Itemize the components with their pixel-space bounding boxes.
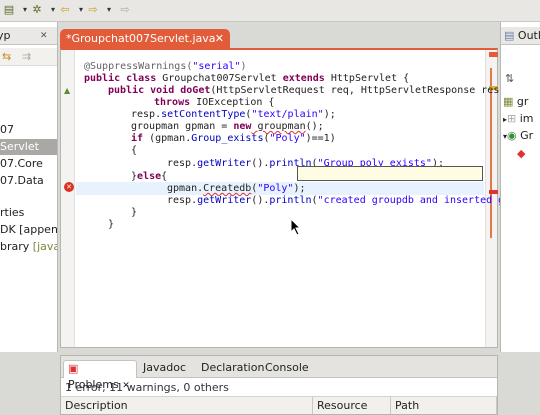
code-line: } [131, 207, 138, 218]
override-icon[interactable]: ▲ [64, 86, 72, 95]
disabled-forward-icon: ⇨ [120, 3, 130, 16]
back-icon[interactable]: ⇦ [58, 3, 72, 17]
package-explorer: yp ✕ ⇆ ⇉ 07 Servlet 07.Core 07.Data rtie… [0, 22, 58, 352]
code-line: }else{ [131, 171, 168, 182]
code-line: resp.getWriter().println("created groupd… [167, 195, 511, 206]
imports-icon: ⊞ [507, 112, 517, 125]
tree-item[interactable]: 07 [0, 122, 14, 138]
tree-item[interactable]: 07.Data [0, 173, 44, 189]
package-explorer-tab[interactable]: yp ✕ [0, 27, 57, 45]
package-explorer-toolbar: ⇆ ⇉ [0, 48, 57, 66]
outline-item[interactable]: ▸⊞ im [503, 111, 534, 127]
tree-item[interactable]: 07.Core [0, 156, 43, 172]
link-editor-icon[interactable]: ⇉ [22, 50, 31, 63]
tree-item-selected[interactable]: Servlet [0, 139, 57, 155]
error-icon[interactable]: ✕ [64, 182, 74, 192]
tree-item[interactable]: brary [java- [0, 239, 57, 255]
close-icon[interactable]: ✕ [215, 29, 224, 48]
tab-problems[interactable]: ▣ Problems ✕ [63, 360, 137, 391]
outline-icon: ▤ [504, 29, 515, 42]
problems-panel: ▣ Problems ✕ Javadoc Declaration Console… [60, 355, 498, 415]
code-editor[interactable]: ▲ ✕ @SuppressWarnings("serial") public c… [60, 48, 510, 348]
outline-panel: ▤ Outl ⇅ ▦ gr ▸⊞ im ▾◉ Gr ◆ [500, 22, 540, 352]
method-icon: ◆ [517, 147, 526, 160]
collapse-all-icon[interactable]: ⇆ [2, 50, 11, 63]
bottom-tabbar: ▣ Problems ✕ Javadoc Declaration Console [61, 356, 497, 391]
debug-icon[interactable]: ✲ [30, 3, 44, 17]
outline-item[interactable]: ▾◉ Gr [503, 128, 533, 144]
forward-icon[interactable]: ⇨ [86, 3, 100, 17]
package-icon: ▦ [503, 95, 514, 108]
class-icon: ◉ [507, 129, 517, 142]
tree-item[interactable]: DK [appengi [0, 222, 57, 238]
mouse-cursor-icon [290, 218, 302, 236]
code-line: } [108, 219, 115, 230]
column-description[interactable]: Description [61, 396, 313, 414]
tree-item[interactable]: rties [0, 205, 24, 221]
editor-tabbar: *Groupchat007Servlet.java ✕ [60, 26, 498, 49]
problems-icon: ▣ [68, 362, 79, 375]
column-resource[interactable]: Resource [313, 396, 391, 414]
outline-tab[interactable]: ▤ Outl [501, 27, 540, 45]
column-path[interactable]: Path [391, 396, 497, 414]
editor-tab[interactable]: *Groupchat007Servlet.java ✕ [60, 29, 230, 49]
main-toolbar: ▤ ▾ ✲ ▾ ⇦ ▾ ⇨ ▾ ⇨ [0, 0, 540, 22]
run-icon[interactable]: ▤ [2, 3, 16, 17]
tab-console[interactable]: Console [261, 360, 313, 378]
sort-icon[interactable]: ⇅ [505, 72, 514, 85]
error-summary-icon[interactable] [489, 52, 498, 57]
quick-fix-popup[interactable] [297, 166, 483, 181]
outline-item[interactable]: ▦ gr [503, 94, 528, 110]
code-line: { [131, 145, 138, 156]
tab-declaration[interactable]: Declaration [197, 360, 268, 378]
outline-item[interactable]: ◆ [517, 146, 525, 162]
package-explorer-tab-label: yp [0, 29, 11, 42]
close-icon[interactable]: ✕ [40, 27, 48, 45]
tab-javadoc[interactable]: Javadoc [139, 360, 190, 378]
code-line: if (gpman.Group_exists("Poly")==1) [131, 133, 336, 144]
editor-tab-title: *Groupchat007Servlet.java [66, 32, 216, 45]
problems-summary: 1 error, 11 warnings, 0 others [65, 381, 229, 394]
dropdown-icon[interactable]: ▾ [102, 3, 116, 17]
